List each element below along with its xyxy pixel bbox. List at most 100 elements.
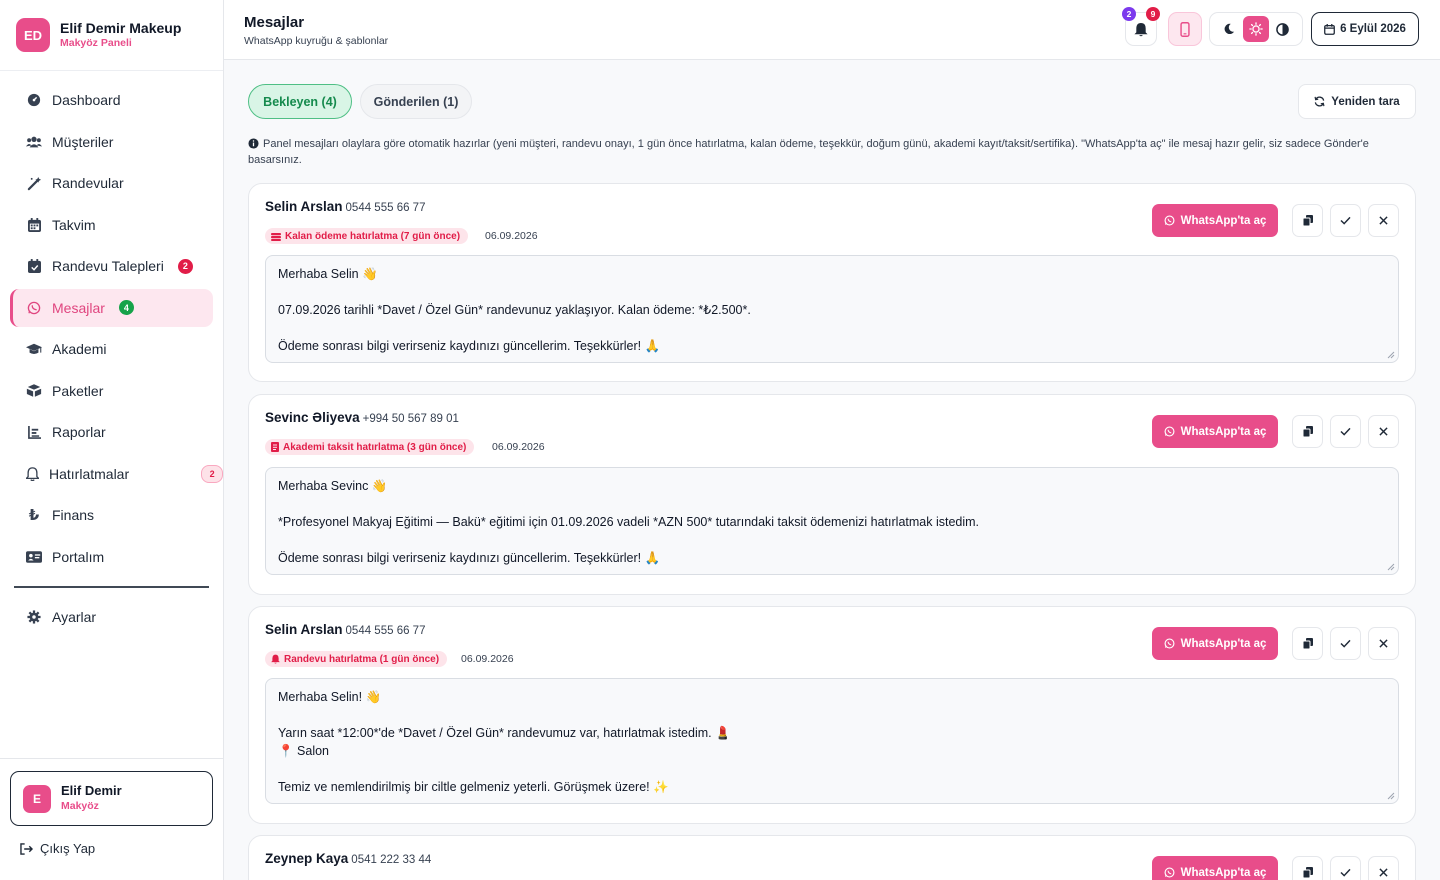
whatsapp-icon — [1164, 867, 1175, 878]
copy-button[interactable] — [1292, 627, 1323, 660]
mobile-view-button[interactable] — [1168, 12, 1202, 46]
dismiss-button[interactable] — [1368, 204, 1399, 237]
logout-button[interactable]: Çıkış Yap — [20, 841, 95, 856]
sidebar-item-randevu-talepleri[interactable]: Randevu Talepleri 2 — [10, 247, 213, 285]
calendar-icon — [26, 217, 42, 233]
message-date: 06.09.2026 — [492, 441, 545, 453]
message-actions: WhatsApp'ta aç — [1152, 856, 1399, 880]
message-date: 06.09.2026 — [485, 230, 538, 242]
sidebar-item-label: Paketler — [52, 382, 104, 399]
sidebar-item-paketler[interactable]: Paketler — [10, 372, 213, 410]
sidebar-item-finans[interactable]: ₺ Finans — [10, 496, 213, 534]
open-whatsapp-label: WhatsApp'ta aç — [1180, 425, 1267, 438]
recipient-name-text: Sevinc Əliyeva — [265, 410, 360, 425]
refresh-icon — [1314, 96, 1325, 107]
page-subtitle: WhatsApp kuyruğu & şablonlar — [244, 35, 389, 47]
user-name: Elif Demir — [61, 783, 122, 798]
tab-pending[interactable]: Bekleyen (4) — [248, 84, 352, 119]
copy-icon — [1302, 215, 1313, 226]
open-whatsapp-label: WhatsApp'ta aç — [1180, 866, 1267, 879]
notification-badge-red: 9 — [1146, 7, 1160, 21]
message-card: Zeynep Kaya 0541 222 33 44 WhatsApp'ta aç — [248, 835, 1416, 880]
message-type-tag: Kalan ödeme hatırlatma (7 gün önce) — [265, 228, 469, 244]
sidebar-item-label: Takvim — [52, 216, 96, 233]
copy-button[interactable] — [1292, 856, 1323, 880]
mark-sent-button[interactable] — [1330, 204, 1361, 237]
sidebar-item-musteriler[interactable]: Müşteriler — [10, 123, 213, 161]
divider — [0, 758, 224, 759]
message-text[interactable]: Merhaba Sevinc 👋 *Profesyonel Makyaj Eği… — [265, 467, 1399, 575]
requests-count-badge: 2 — [177, 258, 193, 274]
sidebar-item-randevular[interactable]: Randevular — [10, 164, 213, 202]
mark-sent-button[interactable] — [1330, 627, 1361, 660]
rescan-button[interactable]: Yeniden tara — [1298, 84, 1416, 119]
copy-button[interactable] — [1292, 415, 1323, 448]
sidebar-item-portalim[interactable]: Portalım — [10, 538, 213, 576]
info-icon — [248, 138, 259, 149]
calendar-icon — [1324, 23, 1335, 35]
resize-handle-icon[interactable] — [1387, 351, 1395, 359]
message-text[interactable]: Merhaba Selin 👋 07.09.2026 tarihli *Dave… — [265, 255, 1399, 363]
user-card[interactable]: E Elif Demir Makyöz — [10, 771, 213, 826]
messages-main: Bekleyen (4) Gönderilen (1) Yeniden tara… — [224, 60, 1440, 880]
bell-icon — [26, 466, 39, 482]
open-whatsapp-button[interactable]: WhatsApp'ta aç — [1152, 627, 1278, 660]
sidebar-item-label: Portalım — [52, 548, 105, 565]
sidebar-item-label: Akademi — [52, 341, 107, 357]
info-text: Panel mesajları olaylara göre otomatik h… — [248, 138, 1369, 166]
message-date: 06.09.2026 — [461, 653, 514, 665]
resize-handle-icon[interactable] — [1387, 792, 1395, 800]
light-mode-sun-icon[interactable] — [1242, 16, 1269, 42]
page-title: Mesajlar — [244, 14, 305, 31]
sidebar-item-dashboard[interactable]: Dashboard — [10, 81, 213, 119]
open-whatsapp-button[interactable]: WhatsApp'ta aç — [1152, 415, 1278, 448]
whatsapp-icon — [26, 300, 42, 316]
users-icon — [26, 134, 42, 150]
sidebar-item-hatirlatmalar[interactable]: Hatırlatmalar 2 — [10, 455, 224, 493]
brand-name: Elif Demir Makeup — [60, 20, 182, 36]
whatsapp-icon — [1164, 426, 1175, 437]
sidebar-item-label: Finans — [52, 507, 95, 523]
message-type-label: Akademi taksit hatırlatma (3 gün önce) — [283, 441, 467, 453]
recipient-name-text: Selin Arslan — [265, 199, 343, 214]
notifications-button[interactable]: 2 9 — [1122, 7, 1160, 46]
open-whatsapp-button[interactable]: WhatsApp'ta aç — [1152, 204, 1278, 237]
copy-icon — [1302, 638, 1313, 649]
box-icon — [26, 383, 42, 399]
dismiss-button[interactable] — [1368, 415, 1399, 448]
recipient-phone: 0544 555 66 77 — [345, 202, 426, 214]
recipient-name: Selin Arslan 0544 555 66 77 — [265, 622, 425, 637]
gear-icon — [26, 609, 42, 625]
message-type-tag: Akademi taksit hatırlatma (3 gün önce) — [265, 439, 475, 455]
auto-contrast-icon[interactable] — [1270, 16, 1296, 42]
sidebar-item-mesajlar[interactable]: Mesajlar 4 — [10, 288, 213, 327]
sidebar-item-raporlar[interactable]: Raporlar — [10, 413, 213, 451]
copy-button[interactable] — [1292, 204, 1323, 237]
bell-icon — [1134, 22, 1148, 37]
message-text[interactable]: Merhaba Selin! 👋 Yarın saat *12:00*'de *… — [265, 678, 1399, 804]
message-type-label: Randevu hatırlatma (1 gün önce) — [284, 653, 440, 665]
sidebar-item-akademi[interactable]: Akademi — [10, 330, 213, 368]
tab-sent[interactable]: Gönderilen (1) — [360, 84, 472, 119]
resize-handle-icon[interactable] — [1387, 563, 1395, 571]
reminders-count-badge: 2 — [201, 464, 224, 483]
open-whatsapp-label: WhatsApp'ta aç — [1180, 214, 1267, 227]
messages-count-badge: 4 — [118, 300, 134, 315]
message-actions: WhatsApp'ta aç — [1152, 204, 1399, 237]
open-whatsapp-label: WhatsApp'ta aç — [1180, 637, 1267, 650]
sidebar-item-ayarlar[interactable]: Ayarlar — [10, 598, 213, 636]
date-button[interactable]: 6 Eylül 2026 — [1311, 12, 1419, 46]
mark-sent-button[interactable] — [1330, 415, 1361, 448]
recipient-name-text: Zeynep Kaya — [265, 851, 349, 866]
mark-sent-button[interactable] — [1330, 856, 1361, 880]
dark-mode-moon-icon[interactable] — [1216, 16, 1242, 42]
brand[interactable]: ED Elif Demir Makeup Makyöz Paneli — [0, 0, 223, 71]
open-whatsapp-button[interactable]: WhatsApp'ta aç — [1152, 856, 1278, 880]
recipient-name: Zeynep Kaya 0541 222 33 44 — [265, 851, 431, 866]
message-actions: WhatsApp'ta aç — [1152, 415, 1399, 448]
avatar: E — [23, 784, 51, 813]
sidebar-item-takvim[interactable]: Takvim — [10, 206, 213, 244]
dismiss-button[interactable] — [1368, 856, 1399, 880]
recipient-phone: +994 50 567 89 01 — [362, 413, 459, 425]
dismiss-button[interactable] — [1368, 627, 1399, 660]
